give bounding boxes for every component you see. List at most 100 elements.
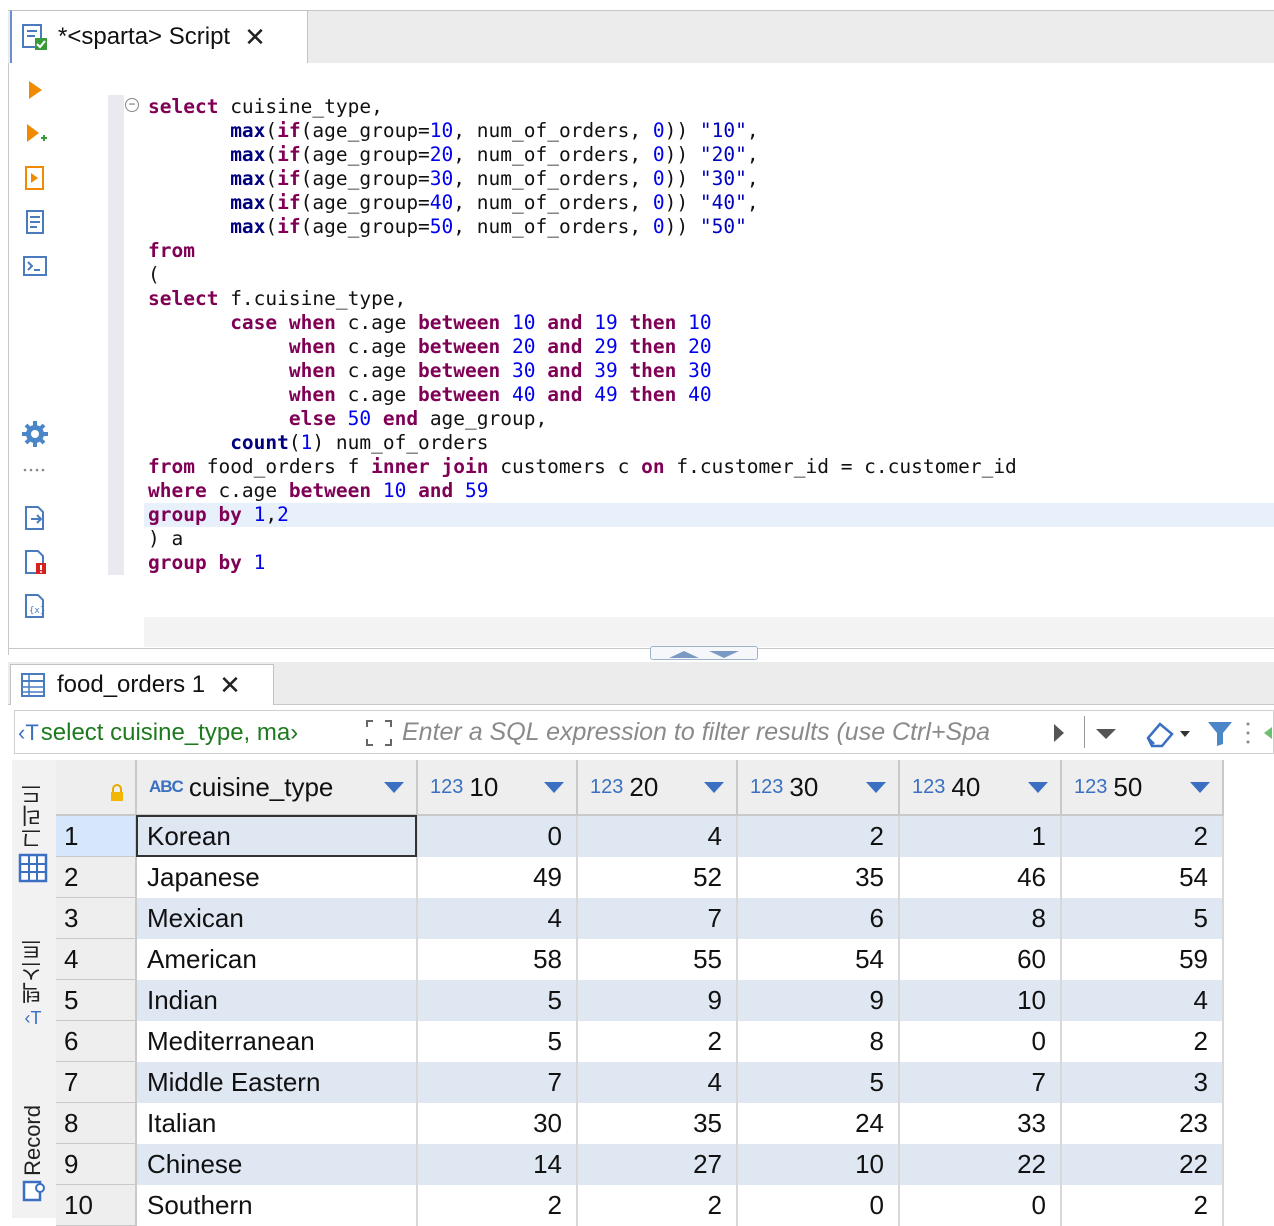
cell-value[interactable]: 4 [417, 897, 578, 939]
fold-collapse-icon[interactable]: − [125, 98, 139, 112]
cell-value[interactable]: 9 [737, 979, 900, 1021]
table-row[interactable]: 1 Korean 0 4 2 1 2 [56, 815, 1224, 857]
column-header-cuisine-type[interactable]: ABC cuisine_type [136, 760, 418, 816]
table-row[interactable]: 8 Italian 30 35 24 33 23 [56, 1102, 1224, 1144]
results-grid[interactable]: ABC cuisine_type 123 10 123 20 123 30 123 40 [56, 760, 1274, 1226]
sql-code[interactable]: select cuisine_type, max(if(age_group=10… [148, 95, 1017, 575]
code-line[interactable]: group by 1,2 [148, 503, 1017, 527]
cell-value[interactable]: 7 [417, 1061, 578, 1103]
history-arrow-icon[interactable] [1052, 722, 1066, 744]
column-header-40[interactable]: 123 40 [899, 760, 1062, 816]
cell-value[interactable]: 0 [899, 1184, 1062, 1226]
row-number[interactable]: 1 [56, 815, 137, 857]
cell-value[interactable]: 35 [737, 856, 900, 898]
table-row[interactable]: 7 Middle Eastern 7 4 5 7 3 [56, 1061, 1224, 1103]
cell-value[interactable]: 0 [737, 1184, 900, 1226]
problems-icon[interactable] [20, 547, 50, 577]
cell-value[interactable]: 27 [577, 1143, 738, 1185]
code-line[interactable]: select f.cuisine_type, [148, 287, 1017, 311]
cell-value[interactable]: 1 [899, 815, 1062, 857]
cell-cuisine-type[interactable]: Chinese [136, 1143, 418, 1185]
column-header-10[interactable]: 123 10 [417, 760, 578, 816]
row-number[interactable]: 9 [56, 1143, 137, 1185]
code-line[interactable]: else 50 end age_group, [148, 407, 1017, 431]
filter-input[interactable] [402, 716, 1052, 748]
code-line[interactable]: max(if(age_group=30, num_of_orders, 0)) … [148, 167, 1017, 191]
close-icon[interactable]: ✕ [244, 24, 266, 50]
code-line[interactable]: when c.age between 20 and 29 then 20 [148, 335, 1017, 359]
row-number[interactable]: 3 [56, 897, 137, 939]
cell-value[interactable]: 0 [417, 815, 578, 857]
row-number[interactable]: 4 [56, 938, 137, 980]
column-menu-arrow-icon[interactable] [544, 782, 564, 793]
eraser-icon[interactable] [1142, 716, 1194, 750]
cell-value[interactable]: 5 [737, 1061, 900, 1103]
cell-value[interactable]: 6 [737, 897, 900, 939]
cell-value[interactable]: 8 [899, 897, 1062, 939]
cell-value[interactable]: 4 [577, 1061, 738, 1103]
code-line[interactable]: max(if(age_group=10, num_of_orders, 0)) … [148, 119, 1017, 143]
cell-value[interactable]: 2 [577, 1020, 738, 1062]
code-line[interactable]: max(if(age_group=20, num_of_orders, 0)) … [148, 143, 1017, 167]
column-header-20[interactable]: 123 20 [577, 760, 738, 816]
cell-value[interactable]: 0 [899, 1020, 1062, 1062]
cell-value[interactable]: 54 [737, 938, 900, 980]
row-number-header[interactable] [56, 760, 137, 816]
cell-value[interactable]: 54 [1061, 856, 1224, 898]
cell-value[interactable]: 10 [737, 1143, 900, 1185]
more-actions-icon[interactable] [1240, 716, 1274, 750]
cell-value[interactable]: 49 [417, 856, 578, 898]
cell-cuisine-type[interactable]: American [136, 938, 418, 980]
row-number[interactable]: 6 [56, 1020, 137, 1062]
cell-value[interactable]: 46 [899, 856, 1062, 898]
cell-value[interactable]: 8 [737, 1020, 900, 1062]
code-line[interactable]: from food_orders f inner join customers … [148, 455, 1017, 479]
cell-cuisine-type[interactable]: Mediterranean [136, 1020, 418, 1062]
cell-value[interactable]: 2 [417, 1184, 578, 1226]
export-icon[interactable] [20, 503, 50, 533]
tab-text-view[interactable]: 텍스트 ‹T [12, 928, 54, 1038]
cell-value[interactable]: 7 [577, 897, 738, 939]
cell-value[interactable]: 22 [899, 1143, 1062, 1185]
row-number[interactable]: 7 [56, 1061, 137, 1103]
close-icon[interactable]: ✕ [219, 672, 241, 698]
code-line[interactable]: select cuisine_type, [148, 95, 1017, 119]
cell-cuisine-type[interactable]: Japanese [136, 856, 418, 898]
cell-cuisine-type[interactable]: Mexican [136, 897, 418, 939]
splitter-handle[interactable] [650, 646, 758, 660]
cell-value[interactable]: 55 [577, 938, 738, 980]
code-line[interactable]: case when c.age between 10 and 19 then 1… [148, 311, 1017, 335]
variables-icon[interactable]: {x} [20, 591, 50, 621]
cell-cuisine-type[interactable]: Italian [136, 1102, 418, 1144]
code-line[interactable]: count(1) num_of_orders [148, 431, 1017, 455]
cell-value[interactable]: 2 [1061, 815, 1224, 857]
table-row[interactable]: 2 Japanese 49 52 35 46 54 [56, 856, 1224, 898]
table-row[interactable]: 5 Indian 5 9 9 10 4 [56, 979, 1224, 1021]
execute-script-icon[interactable] [20, 163, 50, 193]
code-line[interactable]: from [148, 239, 1017, 263]
cell-value[interactable]: 30 [417, 1102, 578, 1144]
code-line[interactable]: ) a [148, 527, 1017, 551]
row-number[interactable]: 10 [56, 1184, 137, 1226]
table-row[interactable]: 4 American 58 55 54 60 59 [56, 938, 1224, 980]
cell-cuisine-type[interactable]: Southern [136, 1184, 418, 1226]
tab-record-view[interactable]: Record [12, 1096, 54, 1218]
filter-history-dropdown-icon[interactable] [1092, 722, 1120, 744]
table-row[interactable]: 3 Mexican 4 7 6 8 5 [56, 897, 1224, 939]
cell-cuisine-type[interactable]: Indian [136, 979, 418, 1021]
cell-value[interactable]: 7 [899, 1061, 1062, 1103]
tab-script[interactable]: *<sparta> Script ✕ [10, 10, 308, 63]
tab-grid-view[interactable]: 그리드 [12, 780, 54, 890]
cell-value[interactable]: 22 [1061, 1143, 1224, 1185]
cell-value[interactable]: 4 [1061, 979, 1224, 1021]
column-menu-arrow-icon[interactable] [1028, 782, 1048, 793]
table-row[interactable]: 9 Chinese 14 27 10 22 22 [56, 1143, 1224, 1185]
column-menu-arrow-icon[interactable] [704, 782, 724, 793]
cell-value[interactable]: 2 [1061, 1184, 1224, 1226]
expand-icon[interactable] [362, 716, 396, 750]
gear-icon[interactable] [20, 419, 50, 449]
code-line[interactable]: ( [148, 263, 1017, 287]
panel-splitter[interactable] [8, 648, 1274, 663]
cell-value[interactable]: 5 [417, 1020, 578, 1062]
query-text-label[interactable]: ‹T select cuisine_type, ma› [18, 716, 352, 750]
